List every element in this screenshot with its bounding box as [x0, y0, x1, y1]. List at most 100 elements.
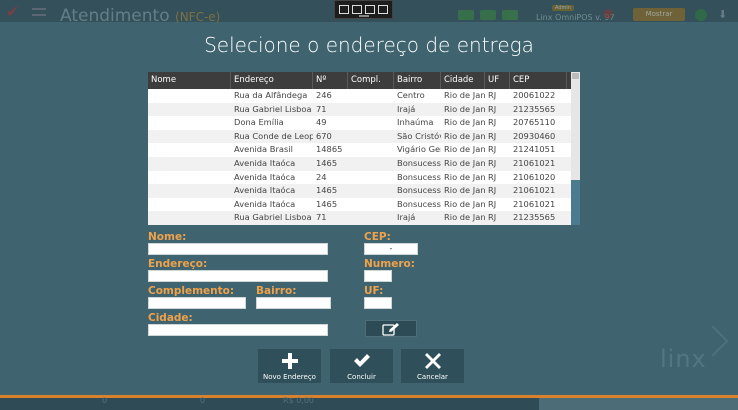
cell-bairro: Inhaúma: [397, 117, 434, 128]
numero-label: Numero:: [364, 258, 415, 270]
cell-endereco: Rua da Alfândega: [234, 90, 308, 100]
cell-cidade: Rio de Jan: [444, 130, 485, 141]
check-icon: [353, 352, 371, 370]
cell-numero: 14865: [316, 144, 343, 155]
grid-scrollbar[interactable]: [571, 72, 580, 225]
table-row[interactable]: Avenida Itaóca 1465 Bonsucess Rio de Jan RJ 2…: [148, 184, 580, 198]
cell-endereco: Rua Conde de Leopo: [234, 130, 313, 141]
cep-label: CEP:: [364, 231, 391, 243]
cell-endereco: Avenida Itaóca: [234, 198, 296, 209]
endereco-input[interactable]: [148, 270, 328, 282]
cell-bairro: Irajá: [397, 212, 416, 223]
table-row[interactable]: Rua Gabriel Lisboa 71 Irajá Rio de Jan RJ 212…: [148, 102, 580, 117]
col-numero[interactable]: Nº: [313, 72, 348, 89]
col-cidade[interactable]: Cidade: [441, 72, 485, 89]
status-icons: [458, 10, 518, 20]
table-row[interactable]: Rua da Alfândega 246 Centro Rio de Jan RJ 200…: [148, 89, 580, 103]
cep-input[interactable]: -: [364, 243, 418, 255]
table-row[interactable]: Avenida Itaóca 24 Bonsucess Rio de Jan RJ 210…: [148, 170, 580, 185]
cell-cep: 21235565: [513, 212, 556, 223]
col-cep[interactable]: CEP: [510, 72, 567, 89]
snip-window-icon[interactable]: [352, 5, 363, 14]
col-bairro[interactable]: Bairro: [394, 72, 441, 89]
snip-rect-icon[interactable]: [364, 5, 375, 14]
cell-numero: 49: [316, 117, 327, 128]
new-address-button[interactable]: Novo Endereço: [258, 349, 321, 383]
col-endereco[interactable]: Endereço: [231, 72, 313, 89]
cidade-input[interactable]: [148, 324, 328, 336]
col-complemento[interactable]: Compl.: [348, 72, 394, 89]
uf-label: UF:: [364, 285, 384, 297]
cell-uf: RJ: [488, 198, 497, 209]
power-icon[interactable]: [603, 9, 613, 19]
cell-numero: 670: [316, 130, 332, 141]
snip-doc-icon[interactable]: [339, 5, 350, 14]
cell-uf: RJ: [488, 130, 497, 141]
menu-icon[interactable]: [32, 8, 46, 16]
app-title: Atendimento (NFC-e): [60, 6, 221, 26]
capture-toolbar: [334, 0, 393, 19]
cell-cidade: Rio de Jan: [444, 144, 485, 155]
cell-bairro: Irajá: [397, 103, 416, 114]
show-menu-button[interactable]: Mostrar: [633, 8, 685, 21]
cell-uf: RJ: [488, 185, 497, 196]
cell-uf: RJ: [488, 117, 497, 128]
linx-logo: linx: [660, 345, 707, 373]
table-row[interactable]: Avenida Brasil 14865 Vigário Ger Rio de Jan…: [148, 143, 580, 157]
bairro-input[interactable]: [256, 297, 331, 309]
cart-icon[interactable]: [458, 10, 474, 20]
nome-input[interactable]: [148, 243, 328, 255]
cell-numero: 24: [316, 171, 327, 182]
conclude-button[interactable]: Concluir: [330, 349, 393, 383]
table-row[interactable]: Dona Emília 49 Inhaúma Rio de Jan RJ 20765110: [148, 116, 580, 130]
snip-free-icon[interactable]: [377, 5, 388, 14]
cell-numero: 1465: [316, 185, 338, 196]
table-row[interactable]: Avenida Itaóca 1465 Bonsucess Rio de Jan RJ 2…: [148, 197, 580, 212]
status-circle-icon[interactable]: [695, 9, 707, 21]
cell-numero: 71: [316, 103, 327, 114]
cell-uf: RJ: [488, 157, 497, 168]
toolbar-grip[interactable]: [359, 15, 369, 17]
cell-complemento: [348, 89, 394, 103]
footer-right-panel: [539, 398, 738, 410]
cell-nome: [148, 103, 231, 117]
cell-cep: 21061021: [513, 157, 556, 168]
table-row[interactable]: Rua Conde de Leopo 670 São Cristóv Rio de J…: [148, 129, 580, 144]
table-row[interactable]: Avenida Itaóca 1465 Bonsucess Rio de Jan RJ 2…: [148, 156, 580, 171]
uf-input[interactable]: [364, 297, 392, 309]
cell-endereco: Avenida Itaóca: [234, 171, 296, 182]
cell-cidade: Rio de Jan: [444, 103, 485, 114]
cancel-button[interactable]: Cancelar: [401, 349, 464, 383]
cell-bairro: São Cristóv: [397, 130, 441, 141]
cell-endereco: Avenida Itaóca: [234, 157, 296, 168]
col-nome[interactable]: Nome: [148, 72, 231, 89]
cell-nome: [148, 143, 231, 157]
cell-nome: [148, 89, 231, 103]
cell-bairro: Bonsucess: [397, 171, 441, 182]
cell-cep: 21061020: [513, 171, 556, 182]
cell-cep: 20061022: [513, 90, 556, 100]
scroll-up-arrow-icon[interactable]: [572, 73, 579, 79]
complemento-input[interactable]: [148, 297, 246, 309]
download-icon[interactable]: ⬇: [718, 8, 727, 21]
scroll-thumb[interactable]: [571, 180, 580, 225]
new-address-label: Novo Endereço: [263, 373, 316, 381]
chat-icon[interactable]: [502, 10, 518, 20]
cell-cep: 21061021: [513, 198, 556, 209]
cell-uf: RJ: [488, 212, 497, 223]
checkmark-icon[interactable]: ✔: [6, 2, 19, 21]
cell-cidade: Rio de Jan: [444, 185, 485, 196]
col-uf[interactable]: UF: [485, 72, 510, 89]
conclude-label: Concluir: [347, 373, 376, 381]
table-row[interactable]: Rua Gabriel Lisboa 71 Irajá Rio de Jan RJ 212…: [148, 211, 580, 225]
monitor-icon[interactable]: [480, 10, 496, 20]
cell-bairro: Vigário Ger: [397, 144, 441, 155]
cell-complemento: [348, 184, 394, 198]
cell-complemento: [348, 103, 394, 117]
edit-address-button[interactable]: [365, 320, 417, 337]
cell-nome: [148, 184, 231, 198]
cell-cidade: Rio de Jan: [444, 171, 485, 182]
cell-numero: 71: [316, 212, 327, 223]
cell-uf: RJ: [488, 103, 497, 114]
numero-input[interactable]: [364, 270, 392, 282]
